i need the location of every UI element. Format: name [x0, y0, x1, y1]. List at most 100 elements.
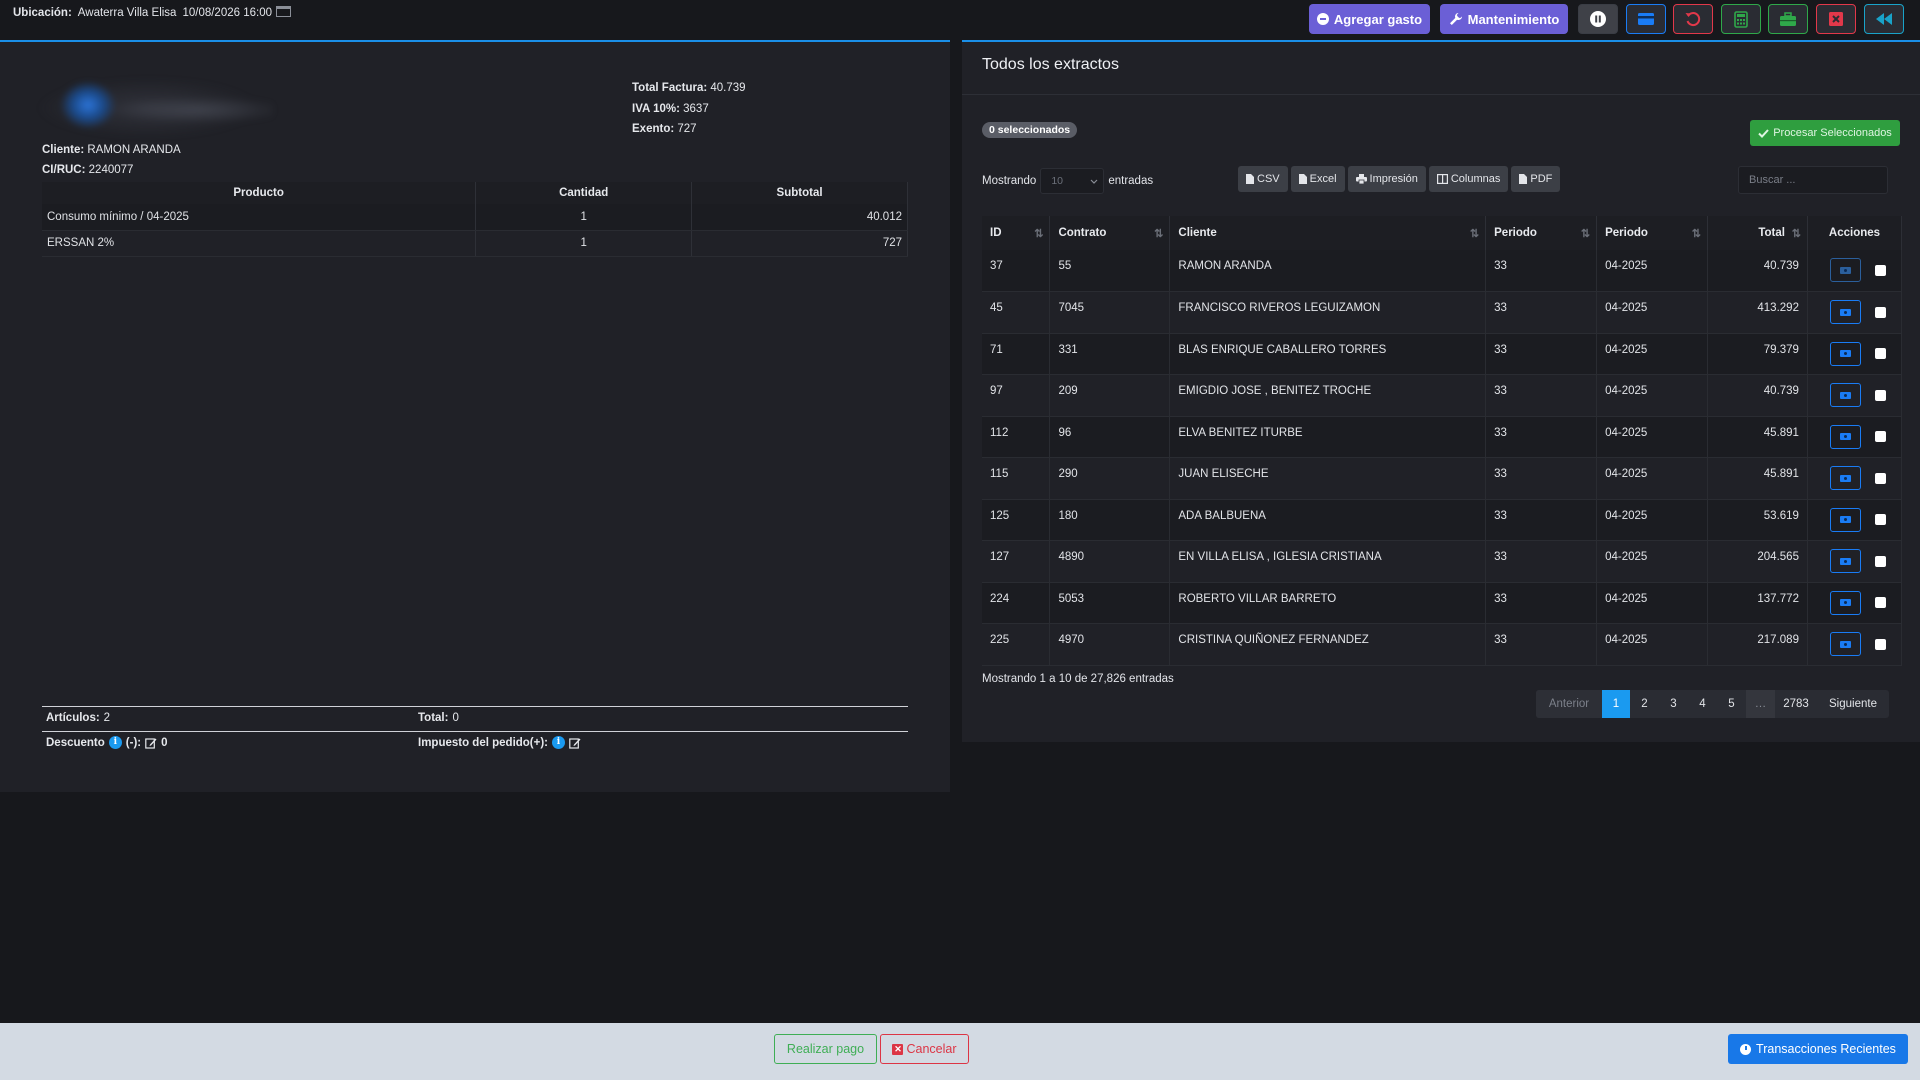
close-window-button[interactable] [1816, 4, 1856, 34]
pay-row-button[interactable] [1829, 341, 1861, 366]
location-value: Awaterra Villa Elisa [77, 7, 177, 19]
pay-row-button[interactable] [1829, 383, 1861, 407]
cell-cliente: CRISTINA QUIÑONEZ FERNANDEZ [1169, 623, 1487, 666]
pagination-page[interactable]: 3 [1659, 690, 1688, 718]
row-checkbox[interactable] [1874, 472, 1886, 484]
col-cliente[interactable]: Cliente ⇅ [1169, 216, 1487, 250]
pagination-page[interactable]: 5 [1717, 690, 1746, 718]
money-icon [1839, 433, 1851, 440]
columns-button[interactable]: Columnas [1428, 166, 1509, 192]
cell-total: 40.739 [1707, 250, 1808, 292]
pay-row-button[interactable] [1829, 466, 1861, 490]
pay-row-button[interactable] [1829, 300, 1861, 324]
calculator-button[interactable] [1721, 4, 1761, 34]
edit-icon[interactable] [569, 737, 581, 749]
cell-periodo: 33 [1485, 250, 1598, 292]
info-icon[interactable]: i [108, 736, 122, 749]
row-checkbox[interactable] [1874, 264, 1886, 276]
card-button[interactable] [1626, 4, 1666, 34]
cell-periodo-2: 04-2025 [1596, 582, 1709, 624]
summary-divider [42, 731, 908, 732]
cell-total: 137.772 [1707, 582, 1808, 624]
pagination-page[interactable]: 1 [1602, 690, 1630, 718]
pause-button[interactable] [1578, 4, 1618, 34]
pay-row-button[interactable] [1829, 424, 1861, 449]
cell-cliente: JUAN ELISECHE [1169, 457, 1487, 500]
row-checkbox[interactable] [1874, 389, 1886, 401]
cell-periodo: 33 [1485, 291, 1598, 334]
cell-total: 79.379 [1707, 333, 1808, 375]
pay-row-button[interactable] [1829, 632, 1861, 656]
table-info: Mostrando 1 a 10 de 27,826 entradas [982, 673, 1174, 685]
edit-icon[interactable] [145, 737, 157, 749]
row-checkbox[interactable] [1874, 555, 1886, 567]
pagination-page[interactable]: 4 [1688, 690, 1717, 718]
col-total[interactable]: Total ⇅ [1707, 216, 1808, 250]
datetime: 10/08/2026 16:00 [182, 7, 272, 19]
row-checkbox[interactable] [1874, 431, 1886, 442]
cell-cliente: BLAS ENRIQUE CABALLERO TORRES [1169, 333, 1487, 375]
search-input[interactable]: Buscar ... [1738, 166, 1888, 194]
cell-periodo-2: 04-2025 [1596, 291, 1709, 334]
table-row: 224 5053 ROBERTO VILLAR BARRETO 33 04-2025 13… [982, 582, 1903, 624]
pagination-ellipsis: … [1746, 690, 1775, 718]
csv-button[interactable]: CSV [1238, 166, 1288, 192]
cell-acciones [1807, 250, 1903, 292]
articulos-summary: Artículos: 2 [46, 712, 110, 724]
pay-row-button[interactable] [1829, 590, 1861, 615]
row-checkbox[interactable] [1874, 638, 1886, 650]
print-button[interactable]: Impresión [1347, 166, 1426, 192]
keyboard-icon[interactable] [275, 6, 291, 17]
cell-acciones [1807, 333, 1903, 375]
pdf-label: PDF [1530, 173, 1553, 185]
info-icon[interactable]: i [552, 736, 566, 749]
agregar-gasto-button[interactable]: Agregar gasto [1309, 4, 1430, 34]
money-icon [1839, 599, 1851, 606]
col-periodo-2[interactable]: Periodo ⇅ [1596, 216, 1709, 250]
cell-id: 97 [982, 374, 1051, 417]
footer-bar: Realizar pago ✕ Cancelar Transacciones R… [0, 1023, 1920, 1080]
pagination-prev[interactable]: Anterior [1536, 690, 1602, 718]
row-checkbox[interactable] [1874, 514, 1886, 525]
cell-producto: ERSSAN 2% [42, 230, 477, 257]
pagination-next[interactable]: Siguiente [1817, 690, 1889, 718]
cell-subtotal: 40.012 [691, 204, 908, 231]
pagination-page[interactable]: 2783 [1775, 690, 1817, 718]
chevron-down-icon [1090, 179, 1098, 184]
pay-row-button[interactable] [1829, 258, 1861, 282]
cancelar-button[interactable]: ✕ Cancelar [880, 1034, 969, 1064]
excel-button[interactable]: Excel [1290, 166, 1345, 192]
total-label: Total: [418, 712, 449, 724]
cliente-value: RAMON ARANDA [87, 144, 181, 156]
pdf-button[interactable]: PDF [1511, 166, 1561, 192]
cell-periodo-2: 04-2025 [1596, 250, 1709, 292]
pause-icon [1590, 11, 1606, 27]
cell-id: 127 [982, 540, 1051, 583]
ruc-value: 2240077 [88, 164, 134, 176]
table-row: 71 331 BLAS ENRIQUE CABALLERO TORRES 33 04-2… [982, 333, 1903, 375]
close-icon: ✕ [892, 1043, 904, 1055]
realizar-pago-button[interactable]: Realizar pago [774, 1034, 877, 1064]
row-checkbox[interactable] [1874, 306, 1886, 318]
mantenimiento-button[interactable]: Mantenimiento [1440, 4, 1568, 34]
products-table: Producto Cantidad Subtotal Consumo mínim… [42, 182, 908, 257]
row-checkbox[interactable] [1874, 348, 1886, 359]
transacciones-recientes-button[interactable]: Transacciones Recientes [1728, 1034, 1908, 1064]
cancelar-label: Cancelar [906, 1042, 957, 1056]
procesar-seleccionados-button[interactable]: Procesar Seleccionados [1750, 120, 1900, 146]
print-label: Impresión [1369, 173, 1418, 185]
cell-acciones [1807, 291, 1903, 334]
page-length-select[interactable]: 10 [1040, 168, 1105, 194]
undo-button[interactable] [1673, 4, 1713, 34]
pay-row-button[interactable] [1829, 549, 1861, 573]
col-id[interactable]: ID ⇅ [982, 216, 1051, 250]
pay-row-button[interactable] [1829, 507, 1861, 532]
excel-label: Excel [1309, 173, 1337, 185]
back-button[interactable] [1864, 4, 1904, 34]
briefcase-button[interactable] [1768, 4, 1808, 34]
row-checkbox[interactable] [1874, 597, 1886, 608]
pagination-page[interactable]: 2 [1630, 690, 1659, 718]
descuento-sign: (-): [125, 736, 142, 749]
col-periodo[interactable]: Periodo ⇅ [1485, 216, 1598, 250]
col-contrato[interactable]: Contrato ⇅ [1049, 216, 1171, 250]
